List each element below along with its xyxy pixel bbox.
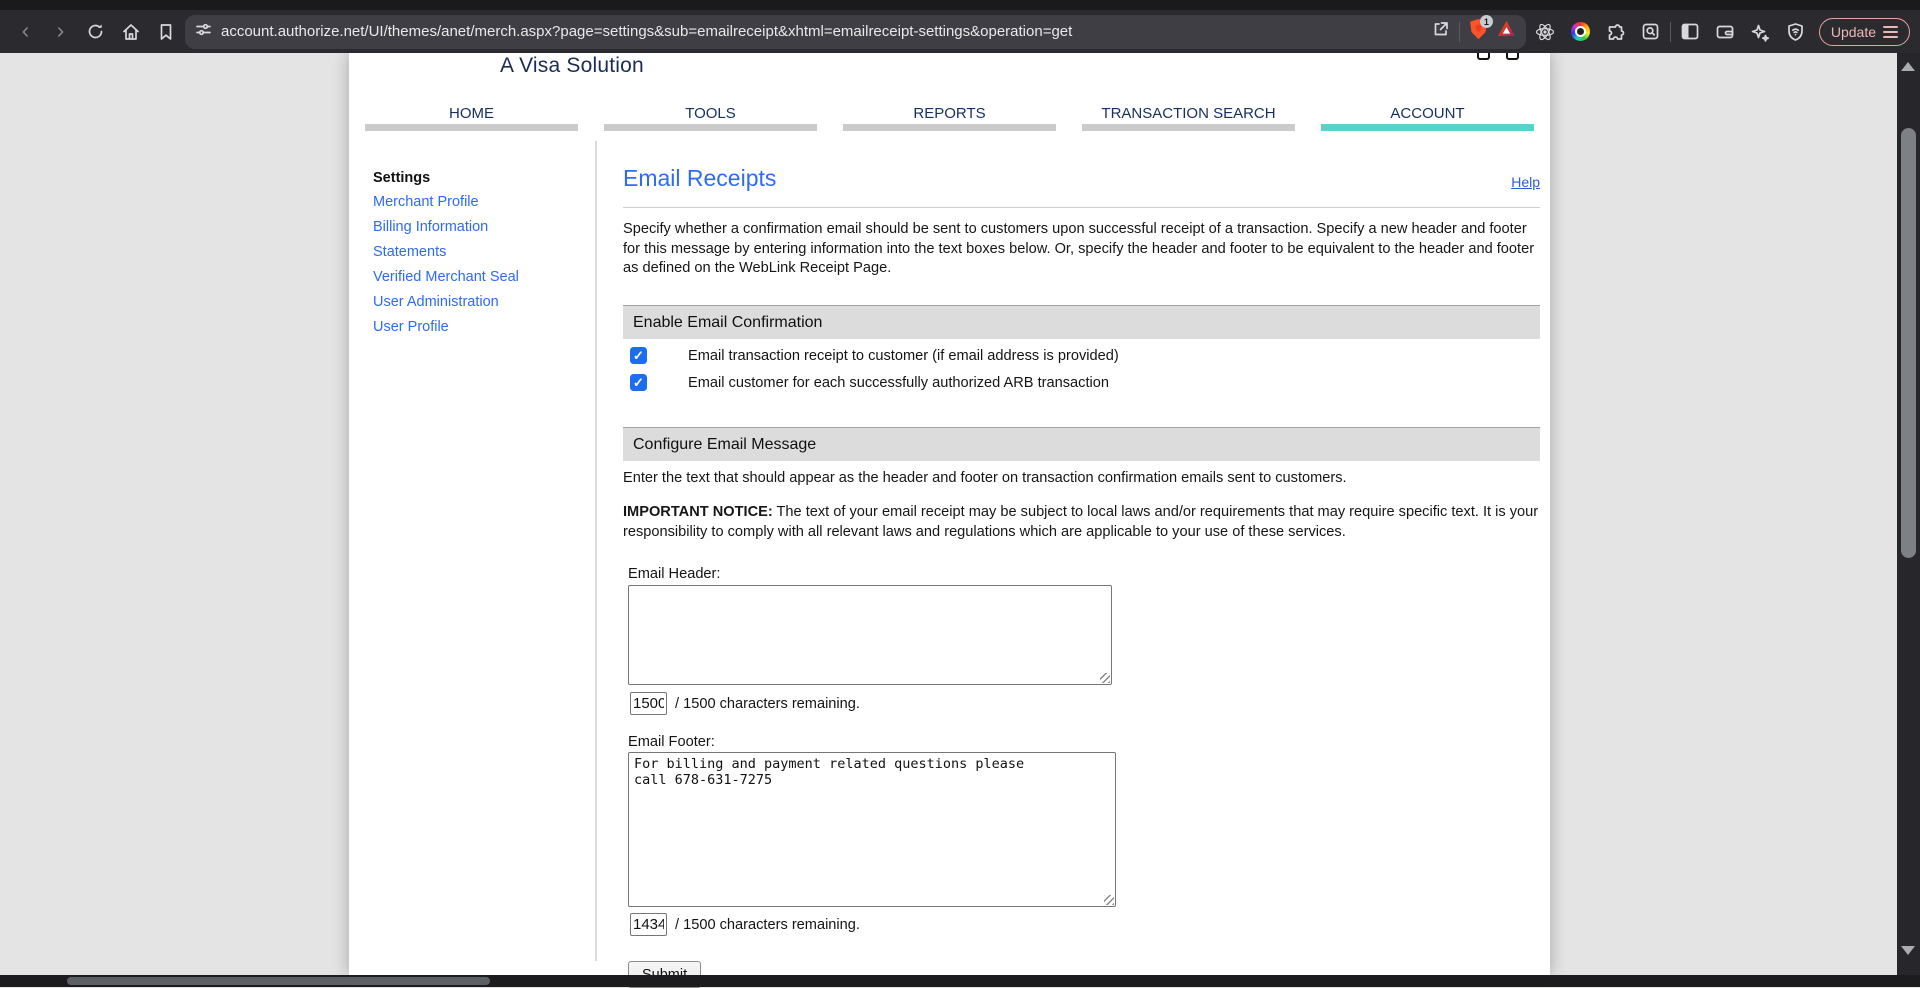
horizontal-scroll-thumb[interactable] xyxy=(67,977,490,985)
cut-off-header-icons xyxy=(1477,53,1519,60)
tab-underline xyxy=(1082,124,1295,131)
main-nav-tabs: HOME TOOLS REPORTS TRANSACTION SEARCH AC… xyxy=(365,105,1534,131)
update-button[interactable]: Update xyxy=(1819,18,1910,46)
update-label: Update xyxy=(1831,24,1876,40)
sidebar-item-user-administration[interactable]: User Administration xyxy=(373,295,519,310)
configure-description: Enter the text that should appear as the… xyxy=(623,470,1540,486)
checkbox-label: Email customer for each successfully aut… xyxy=(688,375,1109,391)
leo-ai-sparkles-icon[interactable] xyxy=(1745,16,1776,47)
bookmark-icon[interactable] xyxy=(150,16,181,47)
home-icon[interactable] xyxy=(115,16,146,47)
share-icon[interactable] xyxy=(1432,20,1450,43)
title-divider xyxy=(623,207,1540,208)
email-header-counter: / 1500 characters remaining. xyxy=(630,692,860,715)
resize-grip-icon[interactable] xyxy=(1104,895,1114,905)
vertical-scroll-thumb[interactable] xyxy=(1901,128,1916,558)
site-settings-icon[interactable] xyxy=(195,21,212,43)
menu-icon xyxy=(1883,23,1898,41)
important-notice: IMPORTANT NOTICE: The text of your email… xyxy=(623,503,1540,542)
email-header-counter-input[interactable] xyxy=(630,692,667,715)
scroll-up-icon[interactable] xyxy=(1901,62,1915,71)
arb-transaction-checkbox[interactable]: ✓ xyxy=(630,374,647,391)
address-bar[interactable]: account.authorize.net/UI/themes/anet/mer… xyxy=(185,15,1526,49)
vertical-scrollbar[interactable] xyxy=(1897,53,1920,975)
forward-icon[interactable]: › xyxy=(45,16,76,47)
enable-email-confirmation-header: Enable Email Confirmation xyxy=(623,305,1540,339)
transaction-receipt-checkbox[interactable]: ✓ xyxy=(630,347,647,364)
tab-underline xyxy=(843,124,1056,131)
sidebar-toggle-icon[interactable] xyxy=(1675,16,1706,47)
url-text[interactable]: account.authorize.net/UI/themes/anet/mer… xyxy=(221,23,1423,40)
tab-home[interactable]: HOME xyxy=(365,105,578,131)
sidebar-item-merchant-profile[interactable]: Merchant Profile xyxy=(373,195,519,210)
divider xyxy=(1459,22,1460,42)
sidebar-item-billing-information[interactable]: Billing Information xyxy=(373,220,519,235)
email-footer-field-wrap xyxy=(628,752,1116,907)
window-title-strip xyxy=(0,0,1920,10)
checkbox-label: Email transaction receipt to customer (i… xyxy=(688,348,1119,364)
react-devtools-icon[interactable] xyxy=(1530,16,1561,47)
brave-shields-icon[interactable]: 1 xyxy=(1469,19,1488,44)
tab-underline xyxy=(604,124,817,131)
email-footer-textarea[interactable] xyxy=(628,752,1116,907)
tab-tools[interactable]: TOOLS xyxy=(604,105,817,131)
sidebar-divider xyxy=(595,141,597,961)
reload-icon[interactable] xyxy=(80,16,111,47)
important-notice-label: IMPORTANT NOTICE: xyxy=(623,504,773,520)
browser-chrome: ‹ › account.authorize.net/UI/themes/anet… xyxy=(0,0,1920,53)
configure-email-message-header: Configure Email Message xyxy=(623,427,1540,461)
shields-badge: 1 xyxy=(1480,15,1493,28)
counter-suffix: / 1500 characters remaining. xyxy=(675,696,860,712)
email-footer-counter-input[interactable] xyxy=(630,913,667,936)
resize-grip-icon[interactable] xyxy=(1100,673,1110,683)
horizontal-scrollbar[interactable] xyxy=(0,975,1920,987)
brave-rewards-icon[interactable] xyxy=(1497,20,1516,43)
tab-underline xyxy=(365,124,578,131)
merchant-page: A Visa Solution HOME TOOLS REPORTS TRANS… xyxy=(349,53,1550,975)
search-tab-icon[interactable] xyxy=(1635,16,1666,47)
page-title: Email Receipts xyxy=(623,165,776,192)
brand-tagline: A Visa Solution xyxy=(500,54,644,78)
vpn-shield-icon[interactable] xyxy=(1780,16,1811,47)
email-header-label: Email Header: xyxy=(628,566,720,582)
email-header-textarea[interactable] xyxy=(628,585,1112,685)
extension-rainbow-icon[interactable] xyxy=(1565,16,1596,47)
help-link[interactable]: Help xyxy=(1511,174,1540,190)
divider xyxy=(1670,22,1671,42)
tab-account[interactable]: ACCOUNT xyxy=(1321,105,1534,131)
sidebar-item-verified-merchant-seal[interactable]: Verified Merchant Seal xyxy=(373,270,519,285)
browser-toolbar: ‹ › account.authorize.net/UI/themes/anet… xyxy=(0,10,1920,53)
tab-reports[interactable]: REPORTS xyxy=(843,105,1056,131)
scroll-down-icon[interactable] xyxy=(1901,946,1915,955)
extensions-puzzle-icon[interactable] xyxy=(1600,16,1631,47)
intro-text: Specify whether a confirmation email sho… xyxy=(623,220,1540,279)
wallet-icon[interactable] xyxy=(1710,16,1741,47)
sidebar-item-user-profile[interactable]: User Profile xyxy=(373,320,519,335)
checkbox-row-transaction-receipt: ✓ Email transaction receipt to customer … xyxy=(630,347,1119,364)
settings-sidebar: Merchant Profile Billing Information Sta… xyxy=(373,195,519,345)
tab-underline-active xyxy=(1321,124,1534,131)
sidebar-item-statements[interactable]: Statements xyxy=(373,245,519,260)
back-icon[interactable]: ‹ xyxy=(10,16,41,47)
counter-suffix: / 1500 characters remaining. xyxy=(675,917,860,933)
sidebar-heading: Settings xyxy=(373,170,430,186)
checkbox-row-arb-transaction: ✓ Email customer for each successfully a… xyxy=(630,374,1109,391)
email-header-field-wrap xyxy=(628,585,1112,685)
tab-transaction-search[interactable]: TRANSACTION SEARCH xyxy=(1082,105,1295,131)
email-footer-label: Email Footer: xyxy=(628,734,715,750)
email-footer-counter: / 1500 characters remaining. xyxy=(630,913,860,936)
